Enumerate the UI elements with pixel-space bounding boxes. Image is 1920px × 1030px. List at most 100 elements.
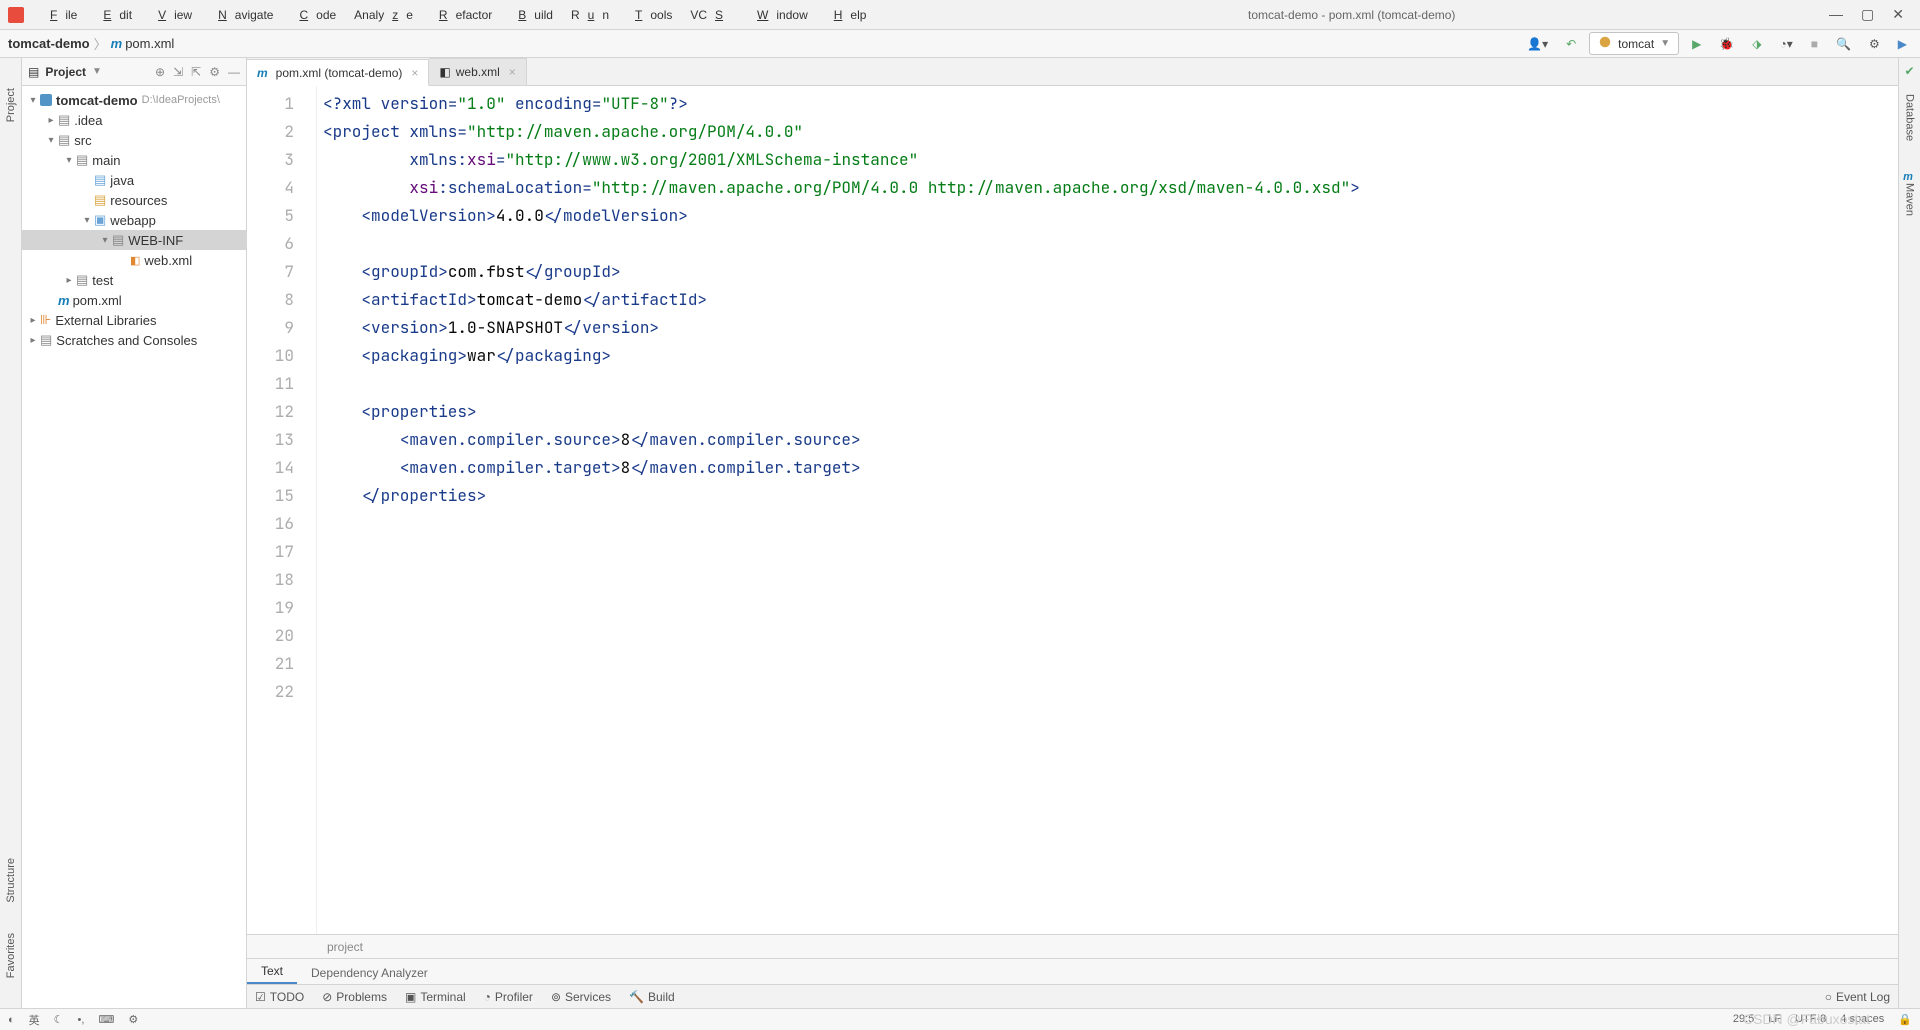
menu-edit[interactable]: Edit xyxy=(87,4,140,26)
menu-help[interactable]: Help xyxy=(818,4,875,26)
tree-item[interactable]: ▸▤.idea xyxy=(22,110,246,130)
folder-icon: ▤ xyxy=(58,132,70,148)
folder-icon: ▤ xyxy=(112,232,124,248)
breadcrumb: tomcat-demo 〉 mpom.xml xyxy=(8,34,174,53)
breadcrumb-project[interactable]: tomcat-demo xyxy=(8,36,90,51)
minimize-button[interactable]: — xyxy=(1829,6,1843,23)
tool-todo[interactable]: ☑ TODO xyxy=(255,990,304,1004)
tool-profiler[interactable]: ◔ Profiler xyxy=(484,990,533,1004)
tool-problems[interactable]: ⊘ Problems xyxy=(322,990,387,1004)
menu-tools[interactable]: Tools xyxy=(619,4,680,26)
breadcrumb-sep: 〉 xyxy=(94,34,107,53)
tree-item[interactable]: ▾▤WEB-INF xyxy=(22,230,246,250)
tool-build[interactable]: 🔨 Build xyxy=(629,990,675,1004)
left-tool-stripe: Project Structure Favorites xyxy=(0,58,22,1008)
menu-vcs[interactable]: VCS xyxy=(682,4,739,26)
chevron-down-icon[interactable]: ▼ xyxy=(92,66,102,77)
status-line-sep[interactable]: LF xyxy=(1768,1013,1781,1026)
maximize-button[interactable]: ▢ xyxy=(1861,6,1874,23)
menu-run[interactable]: Run xyxy=(563,4,617,26)
add-config-icon[interactable]: 👤▾ xyxy=(1522,34,1553,54)
status-lock-icon[interactable]: 🔒 xyxy=(1898,1013,1912,1026)
debug-button[interactable]: 🐞 xyxy=(1714,34,1739,54)
tray-gear-icon[interactable]: ⚙ xyxy=(128,1013,138,1026)
close-tab-icon[interactable]: × xyxy=(411,66,418,80)
crumb-project[interactable]: project xyxy=(327,940,363,954)
tomcat-icon xyxy=(1598,35,1612,52)
tree-item[interactable]: ▾▤main xyxy=(22,150,246,170)
subtab-text[interactable]: Text xyxy=(247,960,297,984)
collapse-icon[interactable]: ⇱ xyxy=(191,65,201,79)
settings-icon[interactable]: ⚙ xyxy=(1864,34,1885,54)
event-log-icon: ○ xyxy=(1825,990,1832,1004)
search-icon[interactable]: 🔍 xyxy=(1831,34,1856,54)
right-tool-maven[interactable]: mMaven xyxy=(1903,171,1916,216)
coverage-button[interactable]: ⬗ xyxy=(1747,34,1766,54)
tool-terminal[interactable]: ▣ Terminal xyxy=(405,990,466,1004)
editor-tab[interactable]: ◧web.xml× xyxy=(429,58,526,85)
profile-button[interactable]: ◔▾ xyxy=(1775,34,1798,54)
run-config-name: tomcat xyxy=(1618,37,1654,51)
tree-item[interactable]: ▤java xyxy=(22,170,246,190)
project-tool-title[interactable]: Project xyxy=(45,65,86,79)
tray-keyboard-icon[interactable]: ⌨ xyxy=(98,1013,114,1026)
tree-root[interactable]: ▾ tomcat-demo D:\IdeaProjects\ xyxy=(22,90,246,110)
breadcrumb-bar: project xyxy=(247,934,1898,958)
tree-item[interactable]: mpom.xml xyxy=(22,290,246,310)
tray-punct[interactable]: •, xyxy=(78,1014,85,1026)
tree-item[interactable]: ◧web.xml xyxy=(22,250,246,270)
menu-navigate[interactable]: Navigate xyxy=(202,4,281,26)
status-encoding[interactable]: UTF-8 xyxy=(1795,1013,1826,1026)
close-tab-icon[interactable]: × xyxy=(509,65,516,79)
editor-tab[interactable]: mpom.xml (tomcat-demo)× xyxy=(247,59,429,86)
project-tool-header: ▤ Project ▼ ⊕ ⇲ ⇱ ⚙ — xyxy=(22,58,246,86)
tray-moon-icon[interactable]: ☾ xyxy=(54,1013,64,1026)
main-menu: File Edit View Navigate Code Analyze Ref… xyxy=(34,4,874,26)
inspection-ok-icon[interactable]: ✔ xyxy=(1904,64,1914,78)
tree-ext-libs[interactable]: ▸ ⊪ External Libraries xyxy=(22,310,246,330)
tree-scratches[interactable]: ▸ ▤ Scratches and Consoles xyxy=(22,330,246,350)
tree-item[interactable]: ▾▤src xyxy=(22,130,246,150)
breadcrumb-file[interactable]: mpom.xml xyxy=(111,36,175,51)
stop-button[interactable]: ■ xyxy=(1806,34,1823,54)
hide-icon[interactable]: — xyxy=(228,65,240,79)
menu-build[interactable]: Build xyxy=(502,4,561,26)
right-tool-database[interactable]: Database xyxy=(1904,94,1916,141)
folder-icon: ▤ xyxy=(94,172,106,188)
tree-item[interactable]: ▤resources xyxy=(22,190,246,210)
bottom-tool-stripe: ☑ TODO ⊘ Problems ▣ Terminal ◔ Profiler … xyxy=(247,984,1898,1008)
back-arrow-icon[interactable]: ↶ xyxy=(1561,34,1581,54)
learn-icon[interactable]: ▶ xyxy=(1893,34,1912,54)
menu-file[interactable]: File xyxy=(34,4,85,26)
status-indent[interactable]: 4 spaces xyxy=(1840,1013,1884,1026)
menu-view[interactable]: View xyxy=(142,4,200,26)
subtab-dep-analyzer[interactable]: Dependency Analyzer xyxy=(297,962,442,984)
menu-window[interactable]: Window xyxy=(741,4,816,26)
editor-sub-tabs: Text Dependency Analyzer xyxy=(247,958,1898,984)
tree-item[interactable]: ▸▤test xyxy=(22,270,246,290)
left-tool-structure[interactable]: Structure xyxy=(5,858,17,903)
menu-code[interactable]: Code xyxy=(283,4,344,26)
folder-icon: ▤ xyxy=(76,152,88,168)
module-icon xyxy=(40,94,52,106)
tool-services[interactable]: ⊚ Services xyxy=(551,990,611,1004)
gear-icon[interactable]: ⚙ xyxy=(209,65,220,79)
editor-area: mpom.xml (tomcat-demo)×◧web.xml× 1234567… xyxy=(247,58,1898,1008)
chevron-down-icon: ▼ xyxy=(1660,38,1670,49)
menu-analyze[interactable]: Analyze xyxy=(346,4,421,26)
event-log-button[interactable]: ○ Event Log xyxy=(1825,990,1890,1004)
locate-icon[interactable]: ⊕ xyxy=(155,65,165,79)
close-button[interactable]: ✕ xyxy=(1892,6,1904,23)
library-icon: ⊪ xyxy=(40,312,51,328)
status-position[interactable]: 29:5 xyxy=(1733,1013,1754,1026)
run-configuration[interactable]: tomcat ▼ xyxy=(1589,32,1679,55)
expand-icon[interactable]: ⇲ xyxy=(173,65,183,79)
tree-item[interactable]: ▾▣webapp xyxy=(22,210,246,230)
tray-icon[interactable]: ◐ xyxy=(8,1014,15,1026)
tray-lang[interactable]: 英 xyxy=(29,1012,40,1028)
menu-refactor[interactable]: Refactor xyxy=(423,4,500,26)
left-tool-project[interactable]: Project xyxy=(5,88,17,122)
code-editor[interactable]: <?xml version="1.0" encoding="UTF-8"?> <… xyxy=(317,86,1898,934)
run-button[interactable]: ▶ xyxy=(1687,34,1706,54)
left-tool-favorites[interactable]: Favorites xyxy=(5,933,17,978)
